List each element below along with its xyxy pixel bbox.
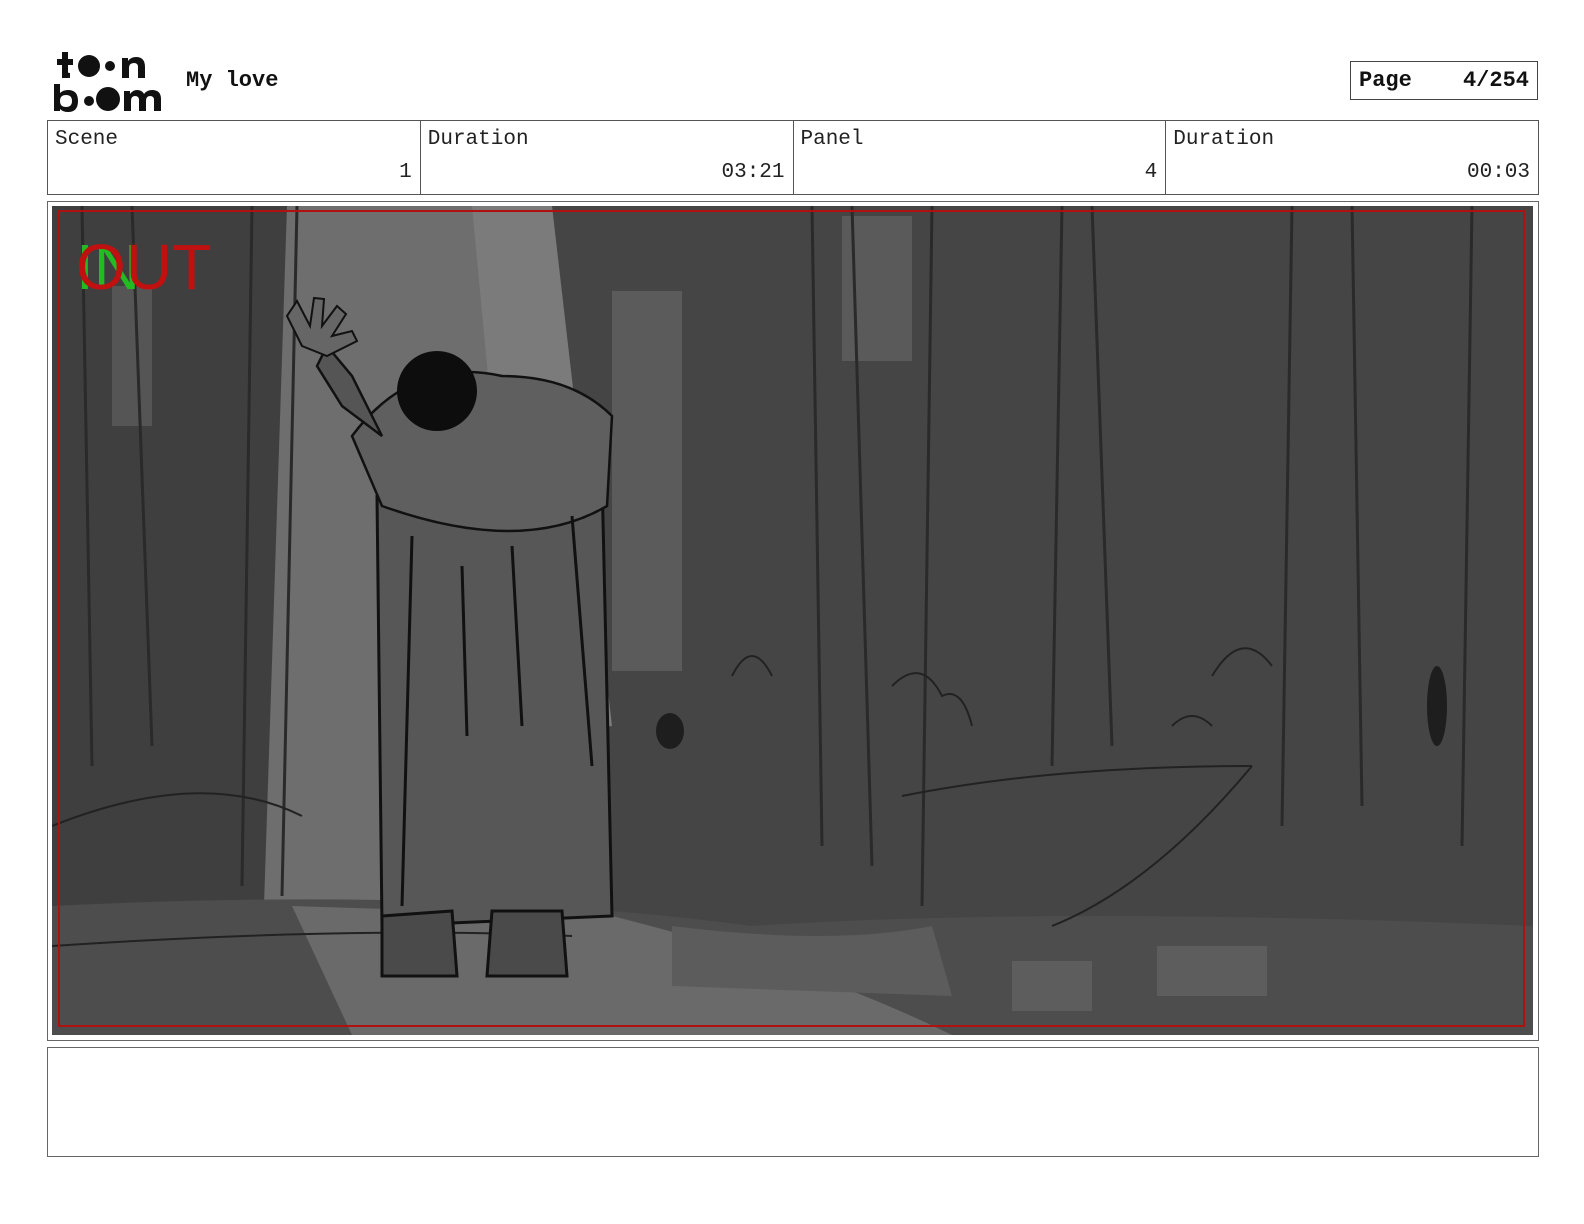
panel-duration-value: 00:03 [1466, 161, 1530, 184]
scene-duration-label: Duration [427, 128, 529, 151]
scene-cell: Scene 1 [48, 121, 421, 194]
panel-duration-cell: Duration 00:03 [1166, 121, 1538, 194]
forest-sketch [52, 206, 1533, 1035]
panel-label: Panel [800, 128, 864, 151]
scene-duration-cell: Duration 03:21 [421, 121, 794, 194]
panel-drawing: IN OUT [52, 206, 1533, 1035]
panel-value: 4 [1144, 161, 1158, 184]
storyboard-panel: IN OUT [47, 201, 1539, 1041]
scene-info-row: Scene 1 Duration 03:21 Panel 4 Duration … [47, 120, 1539, 195]
scene-value: 1 [399, 161, 412, 184]
scene-label: Scene [55, 128, 119, 151]
page-indicator: Page 4/254 [1350, 61, 1538, 100]
page-number: 4/254 [1462, 68, 1529, 93]
panel-cell: Panel 4 [794, 121, 1167, 194]
scene-duration-value: 03:21 [721, 161, 785, 184]
panel-notes[interactable] [47, 1047, 1539, 1157]
toonboom-logo [54, 52, 161, 112]
project-title: My love [186, 68, 279, 93]
out-marker-text: OUT [76, 231, 212, 303]
page-label: Page [1359, 68, 1412, 93]
in-out-marker: IN OUT [76, 232, 246, 302]
panel-duration-label: Duration [1173, 128, 1275, 151]
